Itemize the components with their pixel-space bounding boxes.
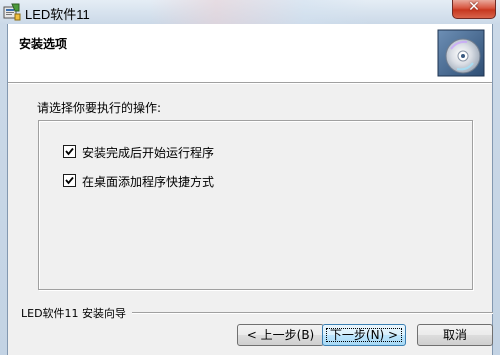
page-title: 安装选项 (19, 37, 68, 51)
wizard-brand-label: LED软件11 安装向导 (21, 305, 133, 321)
installer-window: LED软件11 ✕ 安装选项 请选择你要执行的操作: 安装完成后开始运行程序 在… (0, 0, 500, 355)
checkmark-icon (65, 176, 74, 185)
close-button[interactable]: ✕ (452, 0, 496, 19)
cancel-button[interactable]: 取消 (417, 324, 493, 346)
close-icon: ✕ (468, 0, 480, 15)
dialog-client-area: 安装选项 请选择你要执行的操作: 安装完成后开始运行程序 在桌面添加程序快捷方式… (8, 24, 493, 355)
run-after-install-checkbox[interactable] (63, 145, 76, 158)
window-frame-left (0, 24, 8, 355)
back-button[interactable]: < 上一步(B) (237, 324, 324, 346)
next-button-label: 下一步(N) > (329, 328, 399, 342)
desktop-shortcut-checkbox[interactable] (63, 174, 76, 187)
next-button[interactable]: 下一步(N) > (322, 324, 406, 346)
window-title: LED软件11 (25, 7, 90, 22)
option-label: 安装完成后开始运行程序 (82, 146, 215, 160)
wizard-header: 安装选项 (8, 24, 492, 83)
option-label: 在桌面添加程序快捷方式 (82, 175, 215, 189)
title-bar[interactable]: LED软件11 ✕ (0, 0, 500, 24)
window-frame-right (492, 24, 500, 355)
cancel-button-label: 取消 (442, 328, 467, 342)
cd-disc-icon (437, 29, 485, 77)
installer-app-icon (3, 3, 21, 21)
back-button-label: < 上一步(B) (246, 328, 315, 342)
checkmark-icon (65, 147, 74, 156)
instruction-text: 请选择你要执行的操作: (37, 101, 162, 115)
